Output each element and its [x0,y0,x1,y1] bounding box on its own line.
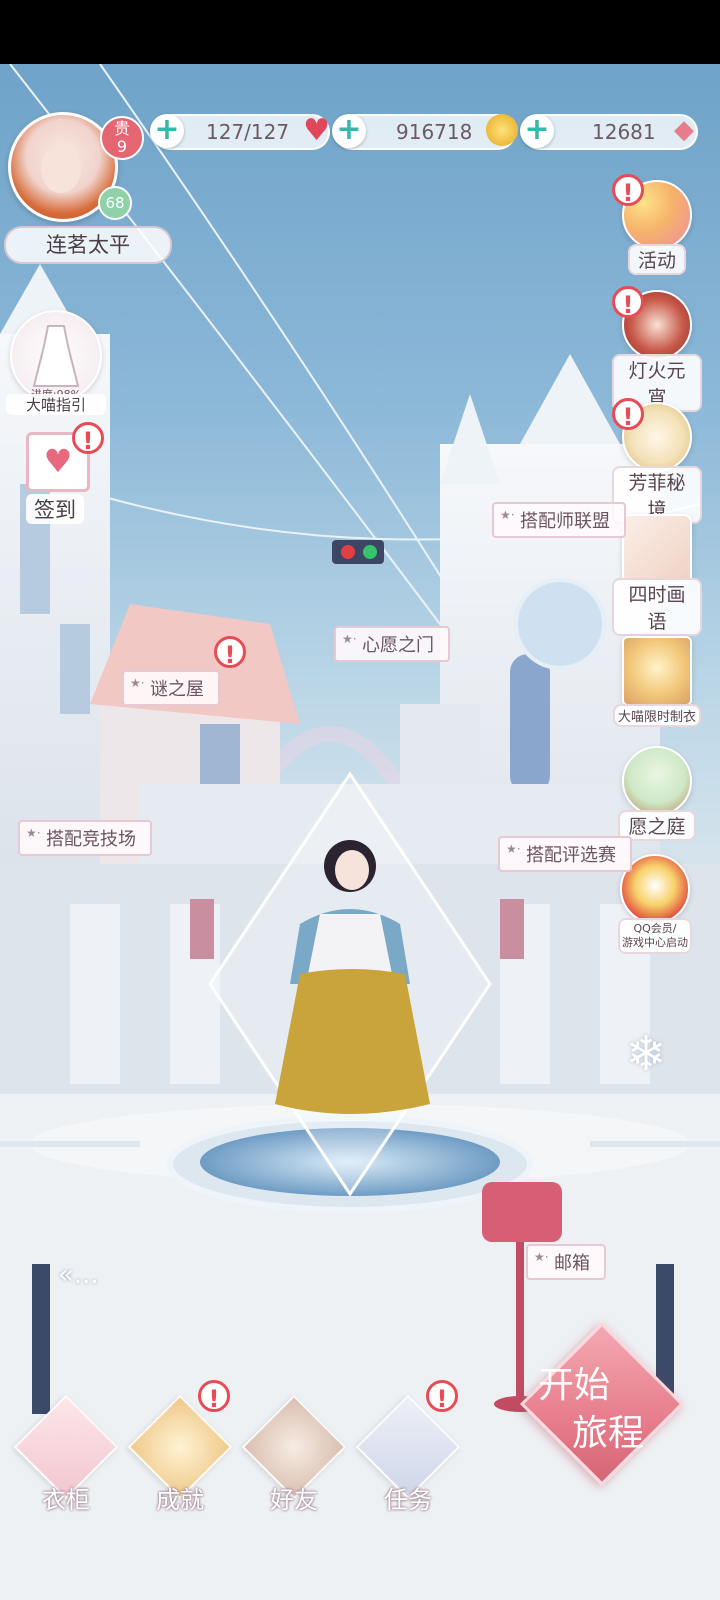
friends-button[interactable]: 好友 [241,1394,347,1520]
letter-icon [622,514,692,584]
activity-label: 活动 [627,244,686,275]
contest-sign[interactable]: 搭配评选赛 [498,836,632,872]
tasks-alert-icon: ! [426,1380,458,1413]
start-line2: 旅程 [572,1413,645,1454]
start-journey-button[interactable]: 开始 旅程 [519,1321,685,1487]
tasks-button[interactable]: 任务 [355,1394,461,1520]
avatar-face [41,145,81,193]
wardrobe-label: 衣柜 [42,1486,90,1514]
more-button[interactable]: «... [58,1260,99,1290]
status-bar [0,0,720,64]
add-coins-button[interactable]: + [332,114,366,148]
add-diamonds-button[interactable]: + [520,114,554,148]
coin-icon [486,114,518,146]
seasons-painting-label: 四时画语 [612,578,702,636]
diamond-value: 12681 [592,120,656,144]
limited-tailor-label: 大喵限时制衣 [612,704,701,727]
limited-tailor-button[interactable]: 大喵限时制衣 [612,636,702,727]
friends-label: 好友 [270,1486,318,1514]
add-stamina-button[interactable]: + [150,114,184,148]
vip-level: 9 [116,137,128,156]
player-name: 连茗太平 [46,233,130,257]
heart-icon: ♥ [303,113,330,148]
vip-badge[interactable]: 贵 9 [100,116,144,160]
designer-alliance-sign[interactable]: 搭配师联盟 [492,502,626,538]
dress-icon: 进度:98% [10,310,102,402]
meow-stamp-icon [622,636,692,706]
signin-alert-icon: ! [72,422,104,455]
achievement-button[interactable]: 成就 [127,1394,233,1520]
stamina-value: 127/127 [206,120,290,144]
tasks-label: 任务 [384,1486,432,1514]
player-name-plate[interactable]: 连茗太平 [4,226,172,264]
wish-gate-sign[interactable]: 心愿之门 [334,626,450,662]
achievement-alert-icon: ! [198,1380,230,1413]
snowflake-icon: ❄ [626,1026,667,1082]
lantern-alert-icon: ! [612,286,644,319]
achievement-label: 成就 [156,1486,204,1514]
coin-value: 916718 [396,120,473,144]
signin-label: 签到 [26,494,84,524]
player-level: 68 [105,194,125,212]
vip-label: 贵 [113,119,130,138]
wardrobe-button[interactable]: 衣柜 [13,1394,119,1520]
diamond-icon: ◆ [674,115,694,145]
player-level-badge: 68 [98,186,132,220]
guide-button[interactable]: 进度:98% 大喵指引 [6,310,106,415]
start-line1: 开始 [538,1365,611,1406]
wish-garden-button[interactable]: 愿之庭 [612,746,702,841]
activity-alert-icon: ! [612,174,644,207]
game-scene: 127/127 ♥ + 916718 + 12681 ◆ + 贵 9 68 连茗… [0,64,720,1600]
guide-label: 大喵指引 [6,394,106,415]
secret-garden-alert-icon: ! [612,398,644,431]
sprout-icon [622,746,692,816]
mystery-house-alert-icon: ! [214,636,246,669]
arena-sign[interactable]: 搭配竞技场 [18,820,152,856]
mystery-house-sign[interactable]: 谜之屋 [122,670,220,706]
mailbox-sign[interactable]: 邮箱 [526,1244,606,1280]
qq-member-label: QQ会员/ 游戏中心启动 [618,918,692,954]
